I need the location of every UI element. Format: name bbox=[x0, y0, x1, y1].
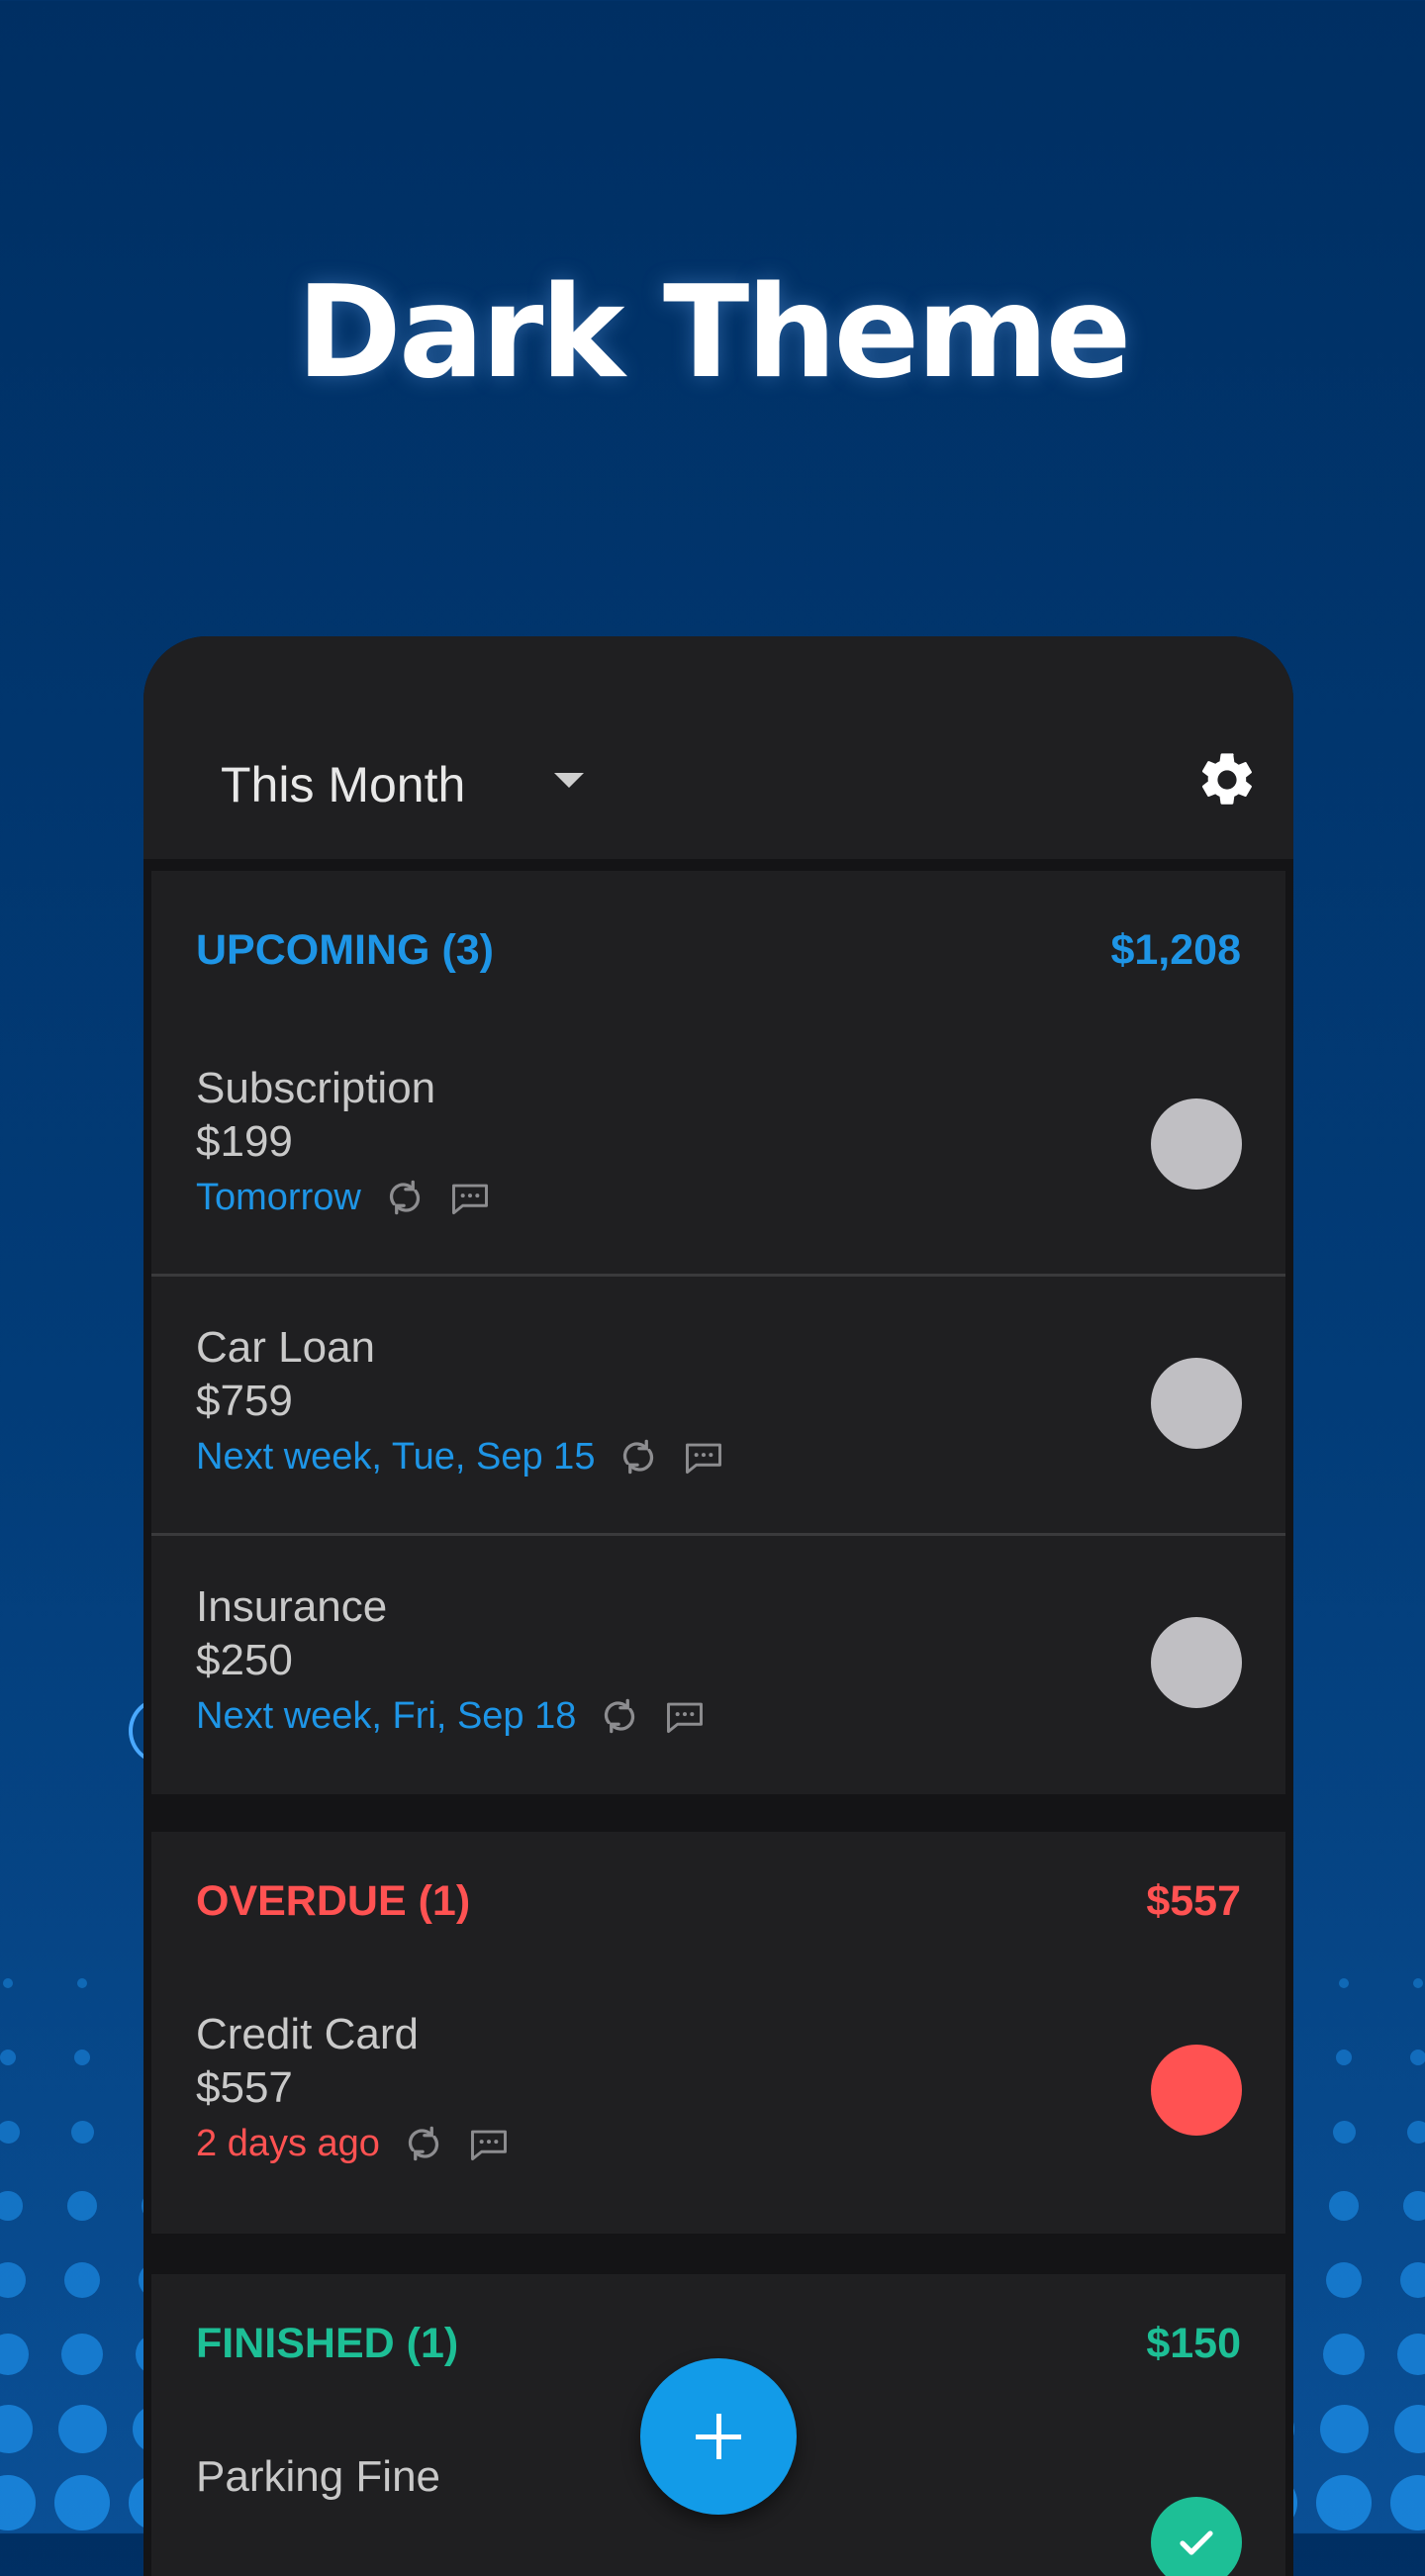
pattern-dot bbox=[1400, 2262, 1425, 2298]
bill-item-subscription[interactable]: Subscription $199 Tomorrow bbox=[151, 1019, 1285, 1277]
bill-meta: Next week, Fri, Sep 18 bbox=[196, 1688, 707, 1744]
dropdown-caret-icon[interactable] bbox=[554, 773, 584, 788]
section-title-upcoming: UPCOMING (3) bbox=[196, 920, 494, 980]
pattern-dot bbox=[58, 2405, 107, 2453]
section-title-finished: FINISHED (1) bbox=[196, 2314, 458, 2373]
pattern-dot bbox=[1339, 1978, 1349, 1988]
pattern-dot bbox=[1333, 2121, 1356, 2144]
plus-icon bbox=[716, 2414, 721, 2459]
pattern-dot bbox=[1413, 1978, 1423, 1988]
section-title-overdue: OVERDUE (1) bbox=[196, 1871, 470, 1931]
pattern-dot bbox=[1336, 2050, 1353, 2066]
bill-meta: 2 days ago bbox=[196, 2116, 511, 2171]
bill-name: Subscription bbox=[196, 1061, 435, 1116]
pattern-dot bbox=[67, 2191, 97, 2221]
bill-item-insurance[interactable]: Insurance $250 Next week, Fri, Sep 18 bbox=[151, 1538, 1285, 1795]
pattern-dot bbox=[1397, 2334, 1425, 2376]
note-icon bbox=[682, 1435, 725, 1479]
pattern-dot bbox=[64, 2262, 100, 2298]
bill-name: Car Loan bbox=[196, 1320, 375, 1376]
section-total-finished: $150 bbox=[1146, 2314, 1241, 2373]
bill-item-car-loan[interactable]: Car Loan $759 Next week, Tue, Sep 15 bbox=[151, 1279, 1285, 1536]
pattern-dot bbox=[1394, 2405, 1425, 2453]
status-toggle-pending[interactable] bbox=[1151, 1358, 1242, 1449]
headline: Dark Theme bbox=[0, 259, 1425, 408]
bill-amount: $250 bbox=[196, 1633, 293, 1688]
phone-frame: This Month UPCOMING (3) $1,208 Subscript… bbox=[143, 636, 1293, 2576]
pattern-dot bbox=[0, 2050, 16, 2066]
note-icon bbox=[663, 1694, 707, 1738]
repeat-icon bbox=[383, 1176, 427, 1219]
status-toggle-overdue[interactable] bbox=[1151, 2045, 1242, 2136]
divider bbox=[151, 1533, 1285, 1536]
section-total-overdue: $557 bbox=[1146, 1871, 1241, 1931]
bill-item-credit-card[interactable]: Credit Card $557 2 days ago bbox=[151, 1965, 1285, 2223]
bill-due-date: Next week, Fri, Sep 18 bbox=[196, 1688, 576, 1744]
add-bill-button[interactable] bbox=[640, 2358, 797, 2515]
bill-amount: $557 bbox=[196, 2060, 293, 2116]
repeat-icon bbox=[617, 1435, 660, 1479]
upcoming-card: UPCOMING (3) $1,208 Subscription $199 To… bbox=[151, 871, 1285, 1794]
period-dropdown[interactable]: This Month bbox=[221, 753, 465, 816]
pattern-dot bbox=[0, 2334, 29, 2376]
note-icon bbox=[467, 2122, 511, 2165]
app-bar: This Month bbox=[143, 636, 1293, 859]
check-icon bbox=[1173, 2519, 1220, 2566]
bill-meta: Next week, Tue, Sep 15 bbox=[196, 1429, 725, 1484]
pattern-dot bbox=[0, 2121, 20, 2144]
repeat-icon bbox=[598, 1694, 641, 1738]
bill-meta: Tomorrow bbox=[196, 1170, 492, 1225]
pattern-dot bbox=[1320, 2405, 1369, 2453]
section-total-upcoming: $1,208 bbox=[1110, 920, 1241, 980]
pattern-dot bbox=[1326, 2262, 1362, 2298]
overdue-card: OVERDUE (1) $557 Credit Card $557 2 days… bbox=[151, 1832, 1285, 2234]
pattern-dot bbox=[77, 1978, 87, 1988]
pattern-dot bbox=[1329, 2191, 1359, 2221]
status-toggle-pending[interactable] bbox=[1151, 1617, 1242, 1708]
bill-due-date: Tomorrow bbox=[196, 1170, 361, 1225]
bill-name: Credit Card bbox=[196, 2007, 419, 2062]
note-icon bbox=[448, 1176, 492, 1219]
bill-name: Insurance bbox=[196, 1579, 387, 1635]
pattern-dot bbox=[3, 1978, 13, 1988]
pattern-dot bbox=[1410, 2050, 1425, 2066]
pattern-dot bbox=[0, 2262, 26, 2298]
pattern-dot bbox=[1390, 2475, 1425, 2530]
status-toggle-finished[interactable] bbox=[1151, 2497, 1242, 2576]
pattern-dot bbox=[71, 2121, 94, 2144]
pattern-dot bbox=[0, 2475, 36, 2530]
repeat-icon bbox=[402, 2122, 445, 2165]
pattern-dot bbox=[61, 2334, 104, 2376]
gear-icon[interactable] bbox=[1195, 748, 1259, 811]
bill-name: Parking Fine bbox=[196, 2449, 440, 2505]
pattern-dot bbox=[1403, 2191, 1425, 2221]
bill-due-date: 2 days ago bbox=[196, 2116, 380, 2171]
status-toggle-pending[interactable] bbox=[1151, 1098, 1242, 1190]
pattern-dot bbox=[1407, 2121, 1425, 2144]
pattern-dot bbox=[74, 2050, 91, 2066]
bill-amount: $199 bbox=[196, 1114, 293, 1170]
bill-amount: $759 bbox=[196, 1374, 293, 1429]
pattern-dot bbox=[0, 2191, 23, 2221]
divider bbox=[151, 1274, 1285, 1277]
bill-due-date: Next week, Tue, Sep 15 bbox=[196, 1429, 595, 1484]
pattern-dot bbox=[1323, 2334, 1366, 2376]
pattern-dot bbox=[54, 2475, 110, 2530]
pattern-dot bbox=[0, 2405, 33, 2453]
pattern-dot bbox=[1316, 2475, 1372, 2530]
